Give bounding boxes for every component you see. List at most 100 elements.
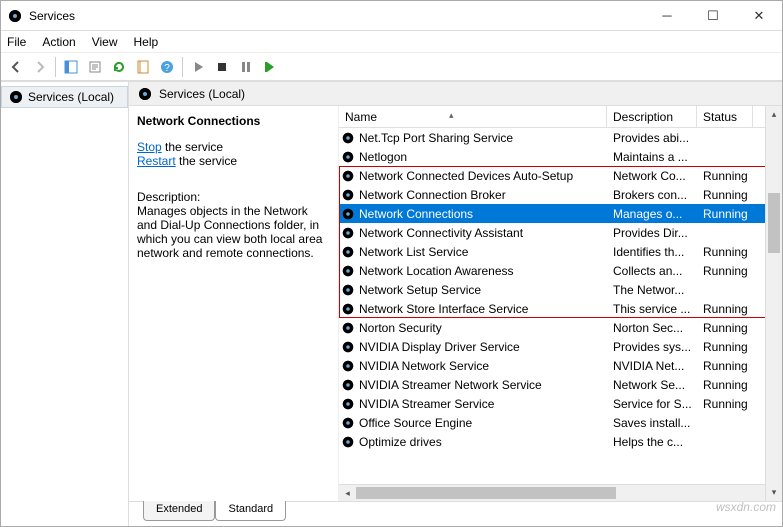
service-description: Helps the c... [607,435,697,449]
gear-icon [8,89,24,105]
service-description: Norton Sec... [607,321,697,335]
show-hide-tree-button[interactable] [60,56,82,78]
service-row[interactable]: Network Location AwarenessCollects an...… [339,261,782,280]
gear-icon [341,150,355,164]
stop-service-button[interactable] [211,56,233,78]
start-service-button[interactable] [187,56,209,78]
service-row[interactable]: NVIDIA Streamer ServiceService for S...R… [339,394,782,413]
right-header-label: Services (Local) [159,87,245,101]
gear-icon [341,435,355,449]
export-button[interactable] [84,56,106,78]
column-status[interactable]: Status [697,106,753,127]
service-status: Running [697,359,753,373]
vertical-scrollbar[interactable]: ▴ ▾ [765,106,782,501]
service-row[interactable]: Office Source EngineSaves install... [339,413,782,432]
service-description: This service ... [607,302,697,316]
service-status: Running [697,340,753,354]
h-scroll-thumb[interactable] [356,487,616,499]
minimize-button[interactable]: ─ [644,1,690,30]
service-row[interactable]: Network Setup ServiceThe Networ... [339,280,782,299]
scroll-up-icon[interactable]: ▴ [766,106,782,123]
service-description: Network Se... [607,378,697,392]
svg-text:?: ? [164,63,170,74]
menu-help[interactable]: Help [134,35,159,49]
gear-icon [137,86,153,102]
menu-view[interactable]: View [92,35,118,49]
service-row[interactable]: Norton SecurityNorton Sec...Running [339,318,782,337]
pause-service-button[interactable] [235,56,257,78]
service-row[interactable]: Network Connected Devices Auto-SetupNetw… [339,166,782,185]
services-window: Services ─ ☐ ✕ File Action View Help ? S… [0,0,783,527]
service-row[interactable]: NVIDIA Network ServiceNVIDIA Net...Runni… [339,356,782,375]
service-status: Running [697,264,753,278]
watermark: wsxdn.com [716,500,776,514]
service-row[interactable]: Network Store Interface ServiceThis serv… [339,299,782,318]
service-row[interactable]: Network List ServiceIdentifies th...Runn… [339,242,782,261]
scroll-down-icon[interactable]: ▾ [766,484,782,501]
gear-icon [341,416,355,430]
sort-indicator-icon: ▴ [449,110,454,121]
gear-icon [341,207,355,221]
right-pane: Services (Local) Network Connections Sto… [129,82,782,526]
gear-icon [341,169,355,183]
content-area: Network Connections Stop the service Res… [129,106,782,502]
toolbar: ? [1,53,782,81]
close-button[interactable]: ✕ [736,1,782,30]
selected-service-name: Network Connections [137,114,328,128]
service-description: Provides sys... [607,340,697,354]
scroll-left-icon[interactable]: ◂ [339,485,356,501]
service-name: Netlogon [359,150,607,164]
column-headers: Name ▴ Description Status [339,106,782,128]
service-name: Network Store Interface Service [359,302,607,316]
stop-link[interactable]: Stop [137,140,162,154]
service-list: Name ▴ Description Status Net.Tcp Port S… [339,106,782,501]
menu-action[interactable]: Action [42,35,75,49]
column-description[interactable]: Description [607,106,697,127]
help-button[interactable]: ? [156,56,178,78]
refresh-button[interactable] [108,56,130,78]
gear-icon [341,378,355,392]
service-status: Running [697,378,753,392]
menu-file[interactable]: File [7,35,26,49]
service-status: Running [697,302,753,316]
service-description: Network Co... [607,169,697,183]
toolbar-separator [55,57,56,77]
gear-icon [341,302,355,316]
restart-link[interactable]: Restart [137,154,176,168]
service-row[interactable]: NVIDIA Streamer Network ServiceNetwork S… [339,375,782,394]
maximize-button[interactable]: ☐ [690,1,736,30]
properties-button[interactable] [132,56,154,78]
service-description: Provides abi... [607,131,697,145]
gear-icon [341,131,355,145]
service-row[interactable]: Network ConnectionsManages o...Running [339,204,782,223]
gear-icon [341,359,355,373]
service-description: Identifies th... [607,245,697,259]
service-row[interactable]: Network Connectivity AssistantProvides D… [339,223,782,242]
right-pane-header: Services (Local) [129,82,782,106]
service-row[interactable]: Net.Tcp Port Sharing ServiceProvides abi… [339,128,782,147]
service-row[interactable]: Optimize drivesHelps the c... [339,432,782,451]
tab-strip: Extended Standard [129,502,782,526]
service-row[interactable]: NetlogonMaintains a ... [339,147,782,166]
tab-standard[interactable]: Standard [215,501,286,521]
tab-extended[interactable]: Extended [143,501,215,521]
gear-icon [341,397,355,411]
horizontal-scrollbar[interactable]: ◂ ▸ [339,484,782,501]
forward-button[interactable] [29,56,51,78]
column-name[interactable]: Name [339,106,607,127]
gear-icon [341,264,355,278]
service-row[interactable]: Network Connection BrokerBrokers con...R… [339,185,782,204]
service-description: NVIDIA Net... [607,359,697,373]
service-status: Running [697,207,753,221]
service-name: Network Location Awareness [359,264,607,278]
service-status: Running [697,397,753,411]
service-rows: Net.Tcp Port Sharing ServiceProvides abi… [339,128,782,484]
service-status: Running [697,169,753,183]
service-row[interactable]: NVIDIA Display Driver ServiceProvides sy… [339,337,782,356]
tree-root-item[interactable]: Services (Local) [1,86,128,108]
v-scroll-thumb[interactable] [768,193,780,253]
restart-service-button[interactable] [259,56,281,78]
service-status: Running [697,188,753,202]
main-body: Services (Local) Services (Local) Networ… [1,81,782,526]
back-button[interactable] [5,56,27,78]
